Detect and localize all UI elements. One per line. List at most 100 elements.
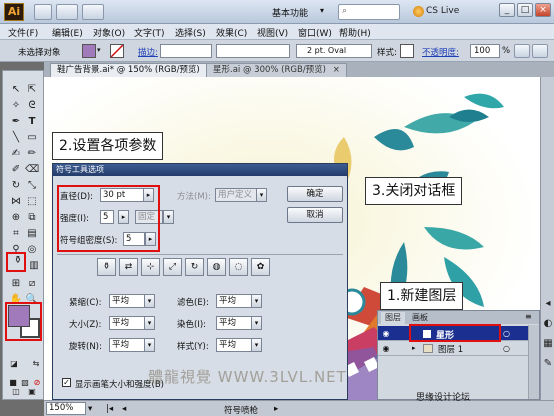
stroke-color-swatch[interactable]	[110, 44, 124, 58]
panel-menu-button[interactable]	[532, 44, 548, 58]
opacity-input[interactable]: 100	[470, 44, 500, 58]
brushes-panel-icon[interactable]: ✎	[541, 357, 554, 371]
line-tool-icon[interactable]: ╲	[9, 131, 23, 145]
zoom-level-select[interactable]: 150%	[46, 402, 86, 415]
symbol-screener-mode-icon[interactable]: ◌	[229, 258, 248, 276]
ok-button[interactable]: 确定	[287, 186, 343, 202]
fill-color-swatch[interactable]	[82, 44, 96, 58]
menu-window[interactable]: 窗口(W)	[298, 26, 332, 39]
show-brush-size-checkbox[interactable]: ✓	[62, 378, 71, 387]
selection-tool-icon[interactable]: ↖	[9, 83, 23, 97]
cs-live-button[interactable]: CS Live	[426, 6, 459, 16]
screen-select[interactable]: 平均	[216, 294, 252, 308]
blob-brush-tool-icon[interactable]: ✐	[9, 163, 23, 177]
symbol-sprayer-mode-icon[interactable]: ⚱	[97, 258, 116, 276]
bridge-button[interactable]	[34, 4, 52, 20]
first-artboard-icon[interactable]: |◂	[106, 404, 113, 414]
method-select[interactable]: 用户定义	[215, 188, 257, 202]
screen-mode-icon[interactable]: ▣	[25, 385, 39, 399]
menu-select[interactable]: 选择(S)	[175, 26, 206, 39]
document-setup-button[interactable]	[514, 44, 530, 58]
gradient-tool-icon[interactable]: ▤	[25, 227, 39, 241]
menu-edit[interactable]: 编辑(E)	[52, 26, 83, 39]
size-select[interactable]: 平均	[109, 316, 145, 330]
symbol-sizer-mode-icon[interactable]: ⤢	[163, 258, 182, 276]
workspace-chevron-icon[interactable]: ▾	[320, 6, 324, 15]
panel-menu-icon[interactable]: ≡	[525, 312, 532, 321]
view-options-button[interactable]	[82, 4, 104, 20]
draw-mode-icon[interactable]: ◫	[9, 385, 23, 399]
shape-builder-tool-icon[interactable]: ⊕	[9, 211, 23, 225]
menu-effect[interactable]: 效果(C)	[216, 26, 247, 39]
free-transform-tool-icon[interactable]: ⬚	[25, 195, 39, 209]
target-icon[interactable]: ○	[503, 329, 510, 338]
cancel-button[interactable]: 取消	[287, 207, 343, 223]
maximize-button[interactable]: □	[517, 3, 533, 17]
intensity-mode-chevron-icon[interactable]: ▾	[163, 210, 174, 224]
rotate-tool-icon[interactable]: ↻	[9, 179, 23, 193]
scrunch-chevron-icon[interactable]: ▾	[144, 294, 155, 308]
minimize-button[interactable]: _	[499, 3, 515, 17]
workspace-switcher[interactable]: 基本功能	[272, 6, 308, 19]
symbol-spinner-mode-icon[interactable]: ↻	[185, 258, 204, 276]
menu-object[interactable]: 对象(O)	[93, 26, 125, 39]
visibility-eye-icon[interactable]: ◉	[381, 344, 391, 353]
tab-star[interactable]: 星形.ai @ 300% (RGB/预览) ×	[206, 63, 347, 77]
blend-tool-icon[interactable]: ◎	[25, 243, 39, 257]
pen-tool-icon[interactable]: ✒	[9, 115, 23, 129]
stroke-weight-input[interactable]	[160, 44, 212, 58]
magic-wand-tool-icon[interactable]: ✧	[9, 99, 23, 113]
style-select[interactable]: 平均	[216, 338, 252, 352]
arrange-documents-button[interactable]	[56, 4, 78, 20]
fill-dropdown-chevron-icon[interactable]: ▾	[97, 46, 101, 54]
direct-selection-tool-icon[interactable]: ⇱	[25, 83, 39, 97]
column-graph-tool-icon[interactable]: ▥	[27, 259, 41, 273]
menu-type[interactable]: 文字(T)	[134, 26, 165, 39]
lasso-tool-icon[interactable]: ᘓ	[25, 99, 39, 113]
method-chevron-icon[interactable]: ▾	[256, 188, 267, 202]
help-search-input[interactable]: ⌕	[338, 4, 400, 20]
paintbrush-tool-icon[interactable]: ✍	[9, 147, 23, 161]
scrunch-select[interactable]: 平均	[109, 294, 145, 308]
menu-view[interactable]: 视图(V)	[257, 26, 288, 39]
pencil-tool-icon[interactable]: ✏	[25, 147, 39, 161]
width-tool-icon[interactable]: ⋈	[9, 195, 23, 209]
close-window-button[interactable]: ×	[535, 3, 551, 17]
stain-chevron-icon[interactable]: ▾	[251, 316, 262, 330]
eraser-tool-icon[interactable]: ⌫	[25, 163, 39, 177]
type-tool-icon[interactable]: T	[25, 115, 39, 129]
stain-select[interactable]: 平均	[216, 316, 252, 330]
variable-width-profile-select[interactable]	[216, 44, 290, 58]
slice-tool-icon[interactable]: ⧄	[25, 277, 39, 291]
symbol-styler-mode-icon[interactable]: ✿	[251, 258, 270, 276]
graphic-style-swatch[interactable]	[400, 44, 414, 58]
screen-chevron-icon[interactable]: ▾	[251, 294, 262, 308]
scale-tool-icon[interactable]: ⤡	[25, 179, 39, 193]
perspective-grid-tool-icon[interactable]: ⧉	[25, 211, 39, 225]
rectangle-tool-icon[interactable]: ▭	[25, 131, 39, 145]
tab-artboards[interactable]: 画板	[408, 312, 432, 324]
spin-chevron-icon[interactable]: ▾	[144, 338, 155, 352]
tab-shoe-ad-background[interactable]: 鞋广告背景.ai* @ 150% (RGB/预览) ×	[50, 63, 221, 77]
spin-select[interactable]: 平均	[109, 338, 145, 352]
color-panel-icon[interactable]: ◐	[541, 317, 554, 331]
default-colors-icon[interactable]: ◪	[7, 357, 21, 371]
symbol-scruncher-mode-icon[interactable]: ⊹	[141, 258, 160, 276]
symbol-shifter-mode-icon[interactable]: ⇄	[119, 258, 138, 276]
visibility-eye-icon[interactable]: ◉	[381, 329, 391, 338]
layers-scrollbar[interactable]	[528, 325, 539, 399]
brush-definition-select[interactable]: 2 pt. Oval	[296, 44, 372, 58]
style-chevron-icon[interactable]: ▾	[251, 338, 262, 352]
panel-expand-icon[interactable]: ◂	[541, 297, 554, 311]
zoom-chevron-icon[interactable]: ▾	[88, 404, 92, 414]
tab-layers[interactable]: 图层	[381, 312, 405, 324]
swatches-panel-icon[interactable]: ▦	[541, 337, 554, 351]
layer-name[interactable]: 图层 1	[438, 343, 463, 355]
size-chevron-icon[interactable]: ▾	[144, 316, 155, 330]
expand-triangle-icon[interactable]: ▸	[412, 344, 416, 352]
swap-colors-icon[interactable]: ⇆	[29, 357, 43, 371]
tab-close-icon[interactable]: ×	[333, 65, 340, 75]
symbol-stainer-mode-icon[interactable]: ◍	[207, 258, 226, 276]
opacity-label[interactable]: 不透明度:	[422, 46, 459, 58]
artboard-tool-icon[interactable]: ⊞	[9, 277, 23, 291]
